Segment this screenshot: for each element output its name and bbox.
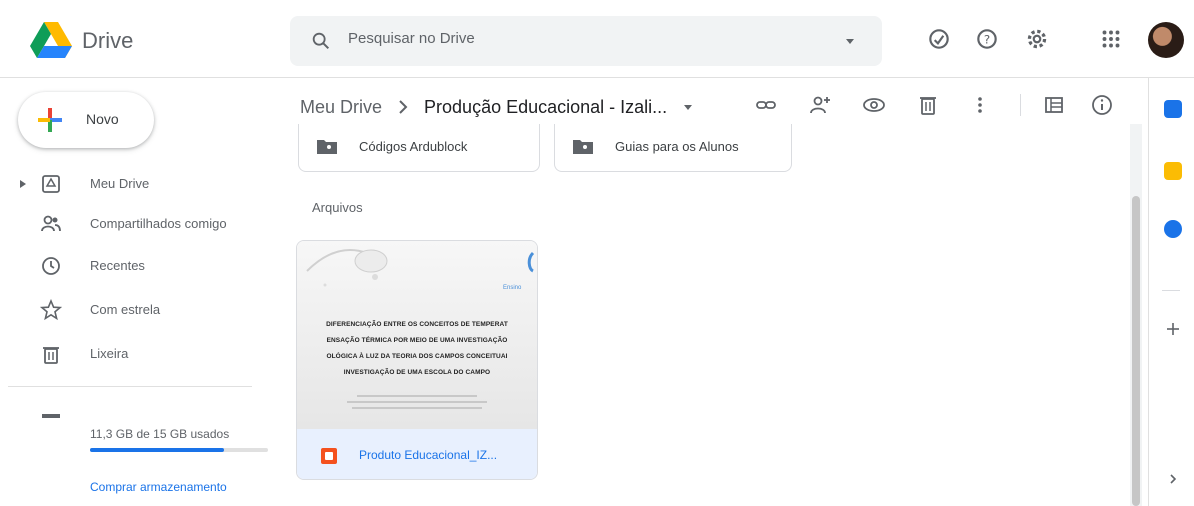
link-icon[interactable] [754,93,778,117]
sidebar-item-label: Lixeira [90,346,129,361]
clock-icon [42,257,60,275]
chevron-right-icon[interactable] [1166,472,1180,486]
sidebar-item-label: Com estrela [90,302,161,317]
delete-icon[interactable] [916,93,940,117]
slides-file-icon [321,448,337,464]
tasks-icon[interactable] [1164,220,1182,238]
chevron-right-icon [399,100,408,114]
plus-icon [38,108,62,132]
folder-name: Códigos Ardublock [359,139,468,154]
file-name-bar[interactable]: Produto Educacional_IZ... [297,429,537,479]
breadcrumb: Meu Drive Produção Educacional - Izali..… [300,92,695,122]
apps-grid-icon[interactable] [1098,26,1124,52]
breadcrumb-root[interactable]: Meu Drive [300,97,382,118]
folder-name: Guias para os Alunos [615,139,739,154]
star-icon [40,299,62,321]
water-drops-decoration [306,249,535,287]
sidebar-item-starred[interactable]: Com estrela [0,290,270,330]
search-input[interactable] [348,30,788,47]
trash-icon [43,347,59,364]
side-panel [1148,78,1194,506]
storage-bar-fill [90,448,224,452]
more-icon[interactable] [968,93,992,117]
shared-icon [41,215,61,232]
sidebar-item-my-drive[interactable]: Meu Drive [0,164,270,204]
sidebar-item-label: Meu Drive [90,176,150,191]
thumbnail-text-line: INVESTIGAÇÃO DE UMA ESCOLA DO CAMPO [343,369,491,376]
sidebar-divider [8,386,252,387]
side-panel-divider [1162,290,1180,291]
top-bar: Drive ? [0,0,1194,78]
thumbnail-brand: Ensino [503,285,522,291]
shared-folder-icon [573,140,593,154]
expand-arrow-icon[interactable] [18,178,28,190]
search-icon[interactable] [310,30,332,52]
keep-icon[interactable] [1164,162,1182,180]
svg-text:?: ? [984,32,990,46]
settings-icon[interactable] [1024,26,1050,52]
sidebar-item-recent[interactable]: Recentes [0,246,270,286]
thumbnail-text-line: DIFERENCIAÇÃO ENTRE OS CONCEITOS DE TEMP… [326,321,508,328]
info-icon[interactable] [1090,93,1114,117]
drive-logo-icon[interactable] [30,22,72,60]
thumbnail-text-line: ENSAÇÃO TÉRMICA POR MEIO DE UMA INVESTIG… [326,337,508,344]
preview-icon[interactable] [862,93,886,117]
toolbar-divider [1020,94,1021,116]
view-toggle-icon[interactable] [1042,93,1066,117]
help-icon[interactable]: ? [974,26,1000,52]
buy-storage-link[interactable]: Comprar armazenamento [90,480,227,494]
search-bar[interactable] [290,16,882,66]
search-options-icon[interactable] [842,33,858,49]
app-name: Drive [82,28,134,53]
sidebar-item-shared[interactable]: Compartilhados comigo [0,204,270,244]
sidebar-item-label: Recentes [90,258,145,273]
storage-icon [42,414,60,418]
folder-card[interactable]: Guias para os Alunos [554,124,792,172]
storage-bar [90,448,268,452]
calendar-icon[interactable] [1164,100,1182,118]
my-drive-icon [42,175,60,193]
avatar[interactable] [1148,22,1184,58]
breadcrumb-current[interactable]: Produção Educacional - Izali... [424,97,667,118]
file-thumbnail: Ensino DIFERENCIAÇÃO ENTRE OS CONCEITOS … [297,241,537,429]
files-section-label: Arquivos [312,200,363,215]
new-button-label: Novo [86,111,119,127]
file-name: Produto Educacional_IZ... [359,448,498,462]
thumbnail-text-line: OLÓGICA À LUZ DA TEORIA DOS CAMPOS CONCE… [326,353,508,360]
folder-card[interactable]: Códigos Ardublock [298,124,540,172]
add-addon-icon[interactable] [1164,320,1182,338]
storage-usage-text: 11,3 GB de 15 GB usados [90,427,230,441]
shared-folder-icon [317,140,337,154]
offline-icon[interactable] [926,26,952,52]
thumbnail-author-block [337,391,497,417]
file-card[interactable]: Ensino DIFERENCIAÇÃO ENTRE OS CONCEITOS … [296,240,538,480]
sidebar-item-label: Compartilhados comigo [90,216,227,231]
chevron-down-icon[interactable] [681,100,695,114]
add-person-icon[interactable] [808,93,832,117]
new-button[interactable]: Novo [18,92,154,148]
sidebar-item-trash[interactable]: Lixeira [0,334,270,374]
scrollbar-thumb[interactable] [1132,196,1140,506]
